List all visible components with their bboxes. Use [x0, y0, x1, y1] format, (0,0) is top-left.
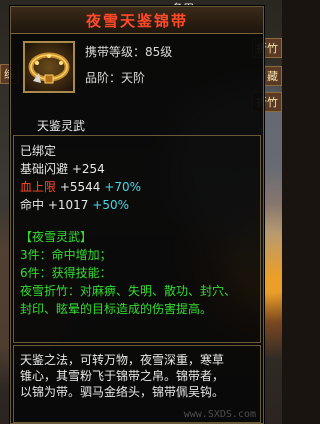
stat-row: 命中 +1017 +50% [20, 196, 129, 213]
skill-desc-line-1: 夜雪折竹：对麻痹、失明、散功、封穴、 [20, 284, 237, 298]
item-grade: 品阶：天阶 [85, 71, 146, 85]
stat-value: +254 [71, 162, 105, 176]
stat-bonus: +70% [104, 180, 141, 194]
stat-row: 血上限 +5544 +70% [20, 178, 141, 195]
bound-status: 已绑定 [20, 144, 57, 158]
set-bonus-3: 3件：命中增加； [20, 248, 112, 262]
flavor-line-2: 锥心，其雪粉飞于锦带之帛。锦带者， [20, 369, 225, 383]
item-name: 夜雪天鉴锦带 [85, 11, 188, 30]
stat-label: 命中 [20, 198, 45, 212]
belt-icon [23, 41, 75, 93]
stat-row: 基础闪避 +254 [20, 160, 105, 177]
skill-desc-line-2: 封印、眩晕的目标造成的伤害提高。 [20, 302, 213, 316]
watermark: www.SXDS.com [183, 409, 256, 420]
set-name: 【夜雪灵武】 [20, 230, 93, 244]
flavor-line-1: 天鉴之法，可转万物，夜雪深重，寒草 [20, 353, 225, 367]
stat-value: +5544 [59, 180, 101, 194]
stat-bonus: +50% [92, 198, 129, 212]
set-bonus-6: 6件：获得技能： [20, 266, 112, 280]
carry-level: 携带等级：85级 [85, 45, 173, 59]
section-name: 天鉴灵武 [37, 119, 86, 133]
item-tooltip: 夜雪天鉴锦带 携带等级：85级 品阶：天阶 天鉴灵武 已绑定 基础闪避 +254… [10, 6, 264, 424]
scene-side-button-3[interactable]: 藏 [263, 66, 282, 86]
stat-label: 基础闪避 [20, 162, 69, 176]
stat-label: 血上限 [20, 180, 57, 194]
stat-value: +1017 [47, 198, 89, 212]
flavor-panel: 天鉴之法，可转万物，夜雪深重，寒草 锥心，其雪粉飞于锦带之帛。锦带者， 以锦为带… [13, 345, 261, 423]
flavor-line-3: 以锦为带。驷马金络头，锦带佩吴钩。 [20, 385, 225, 399]
flavor-text: 天鉴之法，可转万物，夜雪深重，寒草 锥心，其雪粉飞于锦带之帛。锦带者， 以锦为带… [20, 352, 254, 400]
stats-panel: 已绑定 基础闪避 +254 血上限 +5544 +70% 命中 +1017 +5… [13, 135, 261, 343]
tooltip-title-bar: 夜雪天鉴锦带 [11, 7, 263, 34]
